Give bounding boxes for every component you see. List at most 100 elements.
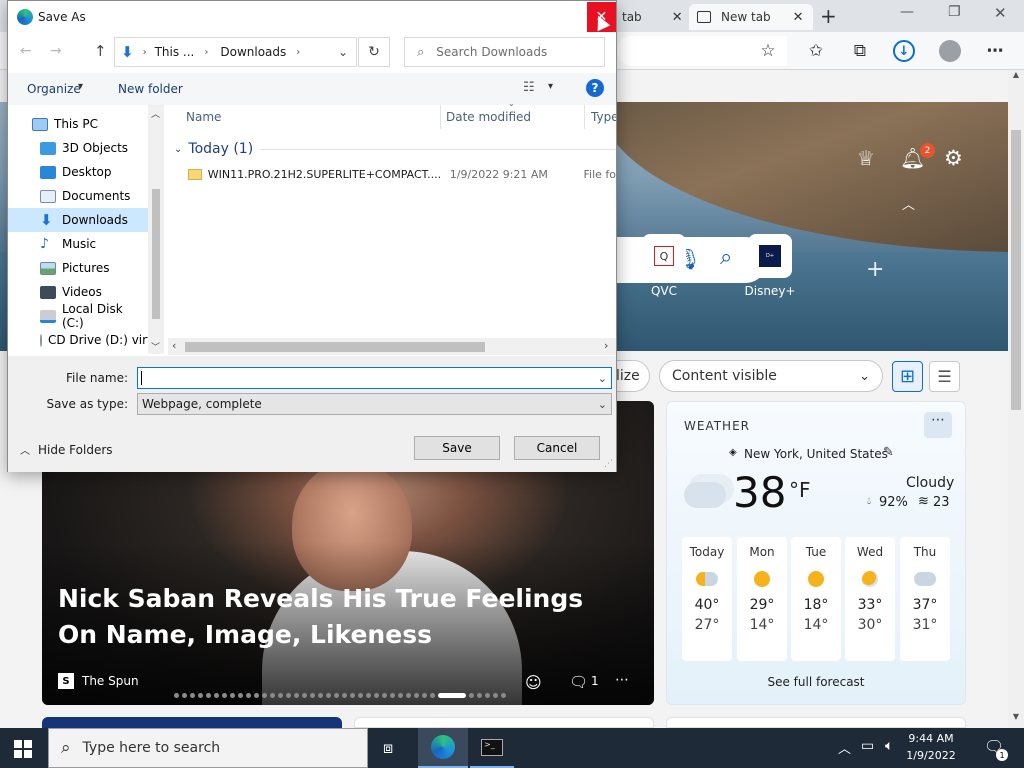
weather-location[interactable]: New York, United States (744, 447, 888, 461)
search-icon[interactable]: ⌕ (720, 245, 732, 270)
column-divider[interactable] (584, 105, 585, 129)
scroll-left-arrow-icon[interactable]: ‹ (172, 339, 176, 352)
list-view-icon[interactable]: ☰ (929, 361, 960, 392)
edit-pencil-icon[interactable]: ✎ (883, 445, 894, 460)
file-row[interactable]: WIN11.PRO.21H2.SUPERLITE+COMPACT.... 1/9… (174, 163, 616, 185)
forecast-day[interactable]: Tue 18° 14° (791, 537, 841, 661)
taskbar-time[interactable]: 9:44 AM (906, 732, 956, 745)
dialog-title-bar[interactable]: Save As ✕ (8, 1, 616, 33)
tree-item-desktop[interactable]: Desktop (8, 160, 148, 184)
dialog-search-input[interactable]: ⌕ Search Downloads (404, 37, 605, 67)
favorites-icon[interactable]: ✩ (801, 36, 831, 66)
scroll-up-arrow-icon[interactable]: ▲ (1010, 70, 1022, 82)
tree-item-cd-drive[interactable]: CD Drive (D:) virt (8, 328, 148, 352)
tree-item-3d-objects[interactable]: 3D Objects (8, 136, 148, 160)
network-icon[interactable]: ▭ (861, 738, 874, 754)
column-header-type[interactable]: Type (591, 105, 616, 129)
downloads-icon[interactable]: ↓ (889, 36, 919, 66)
hide-folders-toggle[interactable]: ︿ Hide Folders (20, 442, 113, 458)
view-options-icon[interactable]: ☷ (523, 80, 535, 95)
tree-item-downloads[interactable]: ⬇ Downloads (8, 208, 148, 232)
forward-arrow-icon[interactable]: → (50, 43, 62, 59)
maximize-button[interactable]: ❐ (948, 4, 961, 20)
refresh-icon[interactable]: ↻ (358, 37, 390, 67)
settings-gear-icon[interactable]: ⚙ (944, 146, 963, 170)
collections-icon[interactable]: ⧉ (845, 36, 875, 66)
new-folder-button[interactable]: New folder (118, 82, 183, 96)
more-menu-icon[interactable]: ⋯ (980, 36, 1010, 66)
column-header-name[interactable]: Name (186, 105, 440, 129)
tree-scrollbar[interactable]: ︿ ﹀ (148, 105, 164, 354)
see-full-forecast-link[interactable]: See full forecast (667, 675, 965, 689)
close-icon[interactable]: ✕ (793, 10, 804, 25)
scrollbar-thumb[interactable] (1011, 130, 1021, 410)
profile-avatar[interactable] (935, 36, 965, 66)
more-options-icon[interactable]: ⋯ (615, 672, 629, 688)
news-source[interactable]: The Spun (82, 674, 139, 688)
windows-start-icon[interactable] (14, 740, 32, 758)
chevron-down-icon[interactable]: ⌄ (338, 45, 348, 59)
browser-tab-newtab[interactable]: New tab ✕ (689, 4, 813, 30)
edge-taskbar-button[interactable] (418, 728, 468, 768)
taskbar-date[interactable]: 1/9/2022 (906, 749, 956, 762)
scrollbar-thumb[interactable] (185, 342, 485, 352)
forecast-day[interactable]: Today 40° 27° (682, 537, 732, 661)
quicklink-disney[interactable]: D+ (748, 234, 792, 278)
tree-item-pictures[interactable]: Pictures (8, 256, 148, 280)
content-visibility-dropdown[interactable]: Content visible ⌄ (659, 360, 883, 392)
scrollbar-thumb[interactable] (152, 189, 160, 319)
window-close-button[interactable]: ✕ (994, 4, 1007, 22)
breadcrumb-item[interactable]: Downloads (220, 45, 286, 59)
file-list-hscrollbar[interactable]: ‹ › (168, 338, 616, 355)
chevron-down-icon[interactable]: ▾ (548, 81, 553, 92)
comment-icon[interactable]: 🗨︎ (569, 673, 588, 691)
organize-menu[interactable]: Organize (27, 82, 81, 96)
close-icon[interactable]: ✕ (672, 10, 683, 25)
file-name-input[interactable]: ⌄ (137, 367, 612, 389)
forecast-day[interactable]: Thu 37° 31° (900, 537, 950, 661)
scroll-down-arrow-icon[interactable]: ▼ (1010, 712, 1022, 724)
tree-item-local-disk[interactable]: Local Disk (C:) (8, 302, 148, 330)
group-header[interactable]: ⌄ Today (1) (174, 139, 616, 159)
help-button[interactable]: ? (586, 79, 604, 97)
chevron-down-icon[interactable]: ⌄ (598, 372, 607, 385)
resize-grip-icon[interactable]: ⋰ (604, 459, 613, 469)
forecast-day[interactable]: Mon 29° 14° (737, 537, 787, 661)
grid-view-icon[interactable]: ⊞ (892, 361, 923, 392)
column-header-date[interactable]: Date modified (446, 105, 584, 129)
add-favorite-icon[interactable]: ☆ (753, 36, 783, 66)
tray-chevron-up-icon[interactable]: ︿ (838, 738, 851, 757)
collapse-chevron-icon[interactable]: ︿ (902, 194, 915, 213)
terminal-taskbar-button[interactable]: >_ (470, 728, 514, 768)
quicklink-qvc[interactable]: Q (642, 234, 686, 278)
tree-item-videos[interactable]: Videos (8, 280, 148, 304)
scroll-down-arrow-icon[interactable]: ﹀ (151, 340, 160, 353)
back-arrow-icon[interactable]: ← (20, 43, 32, 59)
browser-tab-partial[interactable]: tab ✕ (618, 4, 684, 30)
news-headline[interactable]: Nick Saban Reveals His True Feelings On … (58, 581, 618, 653)
tree-item-music[interactable]: ♪ Music (8, 232, 148, 256)
task-view-icon[interactable]: ⧈ (383, 738, 393, 758)
tree-item-documents[interactable]: Documents (8, 184, 148, 208)
tree-item-this-pc[interactable]: This PC (8, 112, 148, 136)
carousel-dots[interactable] (174, 693, 524, 699)
add-quicklink-button[interactable]: + (866, 257, 884, 282)
weather-card[interactable]: WEATHER ⋯ ◈ New York, United States ✎ 38… (666, 401, 966, 705)
forecast-day[interactable]: Wed 33° 30° (845, 537, 895, 661)
rewards-icon[interactable]: ♕ (857, 146, 875, 170)
page-scrollbar[interactable]: ▲ ▼ (1008, 70, 1024, 728)
up-arrow-icon[interactable]: ↑ (94, 42, 107, 60)
taskbar-search-box[interactable]: ⌕ Type here to search (48, 728, 368, 768)
save-button[interactable]: Save (414, 436, 500, 460)
cancel-button[interactable]: Cancel (514, 436, 600, 460)
volume-muted-icon[interactable]: 🔈︎ (885, 738, 893, 754)
scroll-right-arrow-icon[interactable]: › (604, 339, 608, 352)
minimize-button[interactable]: — (900, 4, 914, 20)
react-emoji-icon[interactable]: ☺ (525, 673, 542, 692)
save-type-select[interactable]: Webpage, complete ⌄ (137, 393, 612, 415)
scroll-up-arrow-icon[interactable]: ︿ (151, 107, 160, 120)
more-options-icon[interactable]: ⋯ (924, 412, 952, 438)
breadcrumb-item[interactable]: This ... (155, 45, 195, 59)
column-divider[interactable] (440, 105, 441, 129)
new-tab-button[interactable]: + (820, 4, 837, 28)
